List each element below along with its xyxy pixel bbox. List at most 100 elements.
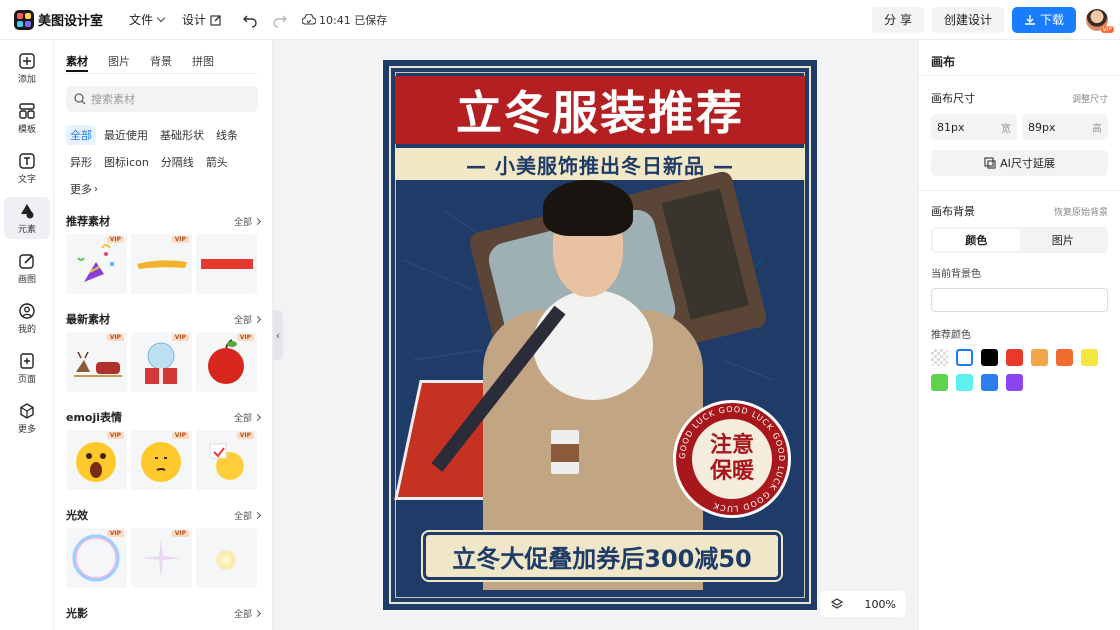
material-thumb-red-bar[interactable] [196, 234, 257, 294]
tab-material[interactable]: 素材 [66, 53, 88, 72]
rail-item-page[interactable]: 页面 [4, 347, 50, 389]
chip-recent[interactable]: 最近使用 [100, 125, 152, 145]
material-thumb-yellow-stroke[interactable]: VIP [131, 234, 192, 294]
material-thumb-bubble[interactable]: VIP [66, 528, 127, 588]
promo-band[interactable]: 立冬大促叠加券后300减50 [421, 530, 783, 582]
color-swatch[interactable] [1056, 349, 1073, 366]
see-all-link[interactable]: 全部 [234, 215, 262, 228]
color-swatch[interactable] [931, 349, 948, 366]
rail-item-more[interactable]: 更多 [4, 397, 50, 439]
save-status-text: 10:41 已保存 [319, 13, 388, 27]
chip-more[interactable]: 更多 › [66, 179, 102, 199]
current-bg-color[interactable] [931, 288, 1108, 312]
rail-item-draw[interactable]: 画图 [4, 247, 50, 289]
party-popper-image [77, 244, 114, 282]
vip-badge: VIP [106, 334, 124, 341]
app-name: 美图设计室 [38, 14, 104, 29]
material-thumb-glow[interactable] [196, 528, 257, 588]
color-swatch[interactable] [1031, 349, 1048, 366]
width-field[interactable]: 81px 宽 [931, 114, 1017, 140]
ai-extend-button[interactable]: AI尺寸延展 [931, 150, 1108, 176]
material-thumb-emoji-chick[interactable]: VIP [196, 430, 257, 490]
color-swatch[interactable] [956, 349, 973, 366]
rail-item-mine[interactable]: 我的 [4, 297, 50, 339]
top-bar: 美图设计室 文件 设计 10:41 已保存 分 享 创建设计 下载 VIP [0, 0, 1120, 40]
see-all-link[interactable]: 全部 [233, 607, 262, 620]
avatar[interactable]: VIP [1086, 8, 1114, 33]
download-button[interactable]: 下载 [1011, 6, 1076, 33]
bg-type-toggle: 颜色 图片 [931, 227, 1108, 253]
chevron-right-icon [253, 217, 262, 225]
section-title: 光效 [66, 509, 88, 522]
chip-irregular[interactable]: 异形 [66, 152, 96, 172]
chevron-left-icon: ‹ [275, 328, 281, 342]
chip-arrows[interactable]: 箭头 [202, 152, 232, 172]
see-all-link[interactable]: 全部 [233, 313, 262, 326]
file-menu[interactable]: 文件 [129, 11, 166, 28]
zoom-control[interactable]: 100% [820, 591, 906, 617]
color-swatch[interactable] [1006, 374, 1023, 391]
material-thumb-party-popper[interactable]: VIP [66, 234, 127, 294]
warm-stamp[interactable]: GOOD LUCK GOOD LUCK GOOD LUCK GOOD LUCK … [673, 400, 791, 518]
template-icon [19, 102, 35, 119]
color-swatch[interactable] [1081, 349, 1098, 366]
stamp-ring-text: GOOD LUCK GOOD LUCK GOOD LUCK GOOD LUCK [678, 405, 785, 513]
tab-image[interactable]: 图片 [108, 53, 130, 74]
color-swatch[interactable] [981, 374, 998, 391]
adjust-size-link[interactable]: 调整尺寸 [1072, 92, 1108, 105]
chip-basic-shapes[interactable]: 基础形状 [156, 125, 208, 145]
share-button[interactable]: 分 享 [872, 6, 924, 33]
color-swatches [919, 341, 1120, 399]
bg-tab-image[interactable]: 图片 [1020, 229, 1107, 251]
material-thumb-sparkle[interactable]: VIP [131, 528, 192, 588]
design-canvas[interactable]: 立冬服装推荐 — 小美服饰推出冬日新品 — GOOD LUCK GOOD LUC… [383, 60, 817, 610]
rail-label: 模板 [17, 124, 36, 135]
chevron-right-icon: › [94, 183, 98, 195]
see-all-link[interactable]: 全部 [234, 509, 262, 522]
tab-collage[interactable]: 拼图 [192, 53, 214, 74]
see-all-label: 全部 [233, 609, 252, 620]
color-swatch[interactable] [981, 349, 998, 366]
restore-bg-link[interactable]: 恢复原始背景 [1054, 205, 1108, 218]
search-input[interactable]: 搜索素材 [66, 86, 258, 112]
poster-subtitle-band[interactable]: — 小美服饰推出冬日新品 — [395, 148, 805, 180]
create-design-button[interactable]: 创建设计 [931, 6, 1004, 33]
chip-dividers[interactable]: 分隔线 [157, 152, 198, 172]
chip-icons[interactable]: 图标icon [100, 152, 153, 172]
see-all-link[interactable]: 全部 [234, 411, 262, 424]
tab-background[interactable]: 背景 [150, 53, 172, 74]
vip-badge: VIP [106, 432, 124, 439]
vip-badge: VIP [236, 334, 254, 341]
color-swatch[interactable] [1006, 349, 1023, 366]
rail-item-template[interactable]: 模板 [4, 97, 50, 139]
layers-icon[interactable] [830, 597, 844, 611]
poster-title-band[interactable]: 立冬服装推荐 [395, 76, 805, 144]
app-logo[interactable]: 美图设计室 [14, 9, 104, 30]
coffee-cup-sleeve [551, 444, 579, 462]
chip-all[interactable]: 全部 [66, 125, 96, 145]
color-swatch[interactable] [956, 374, 973, 391]
see-all-label: 全部 [233, 315, 252, 326]
material-thumb-emoji-scared[interactable]: VIP [66, 430, 127, 490]
redo-icon[interactable] [272, 12, 288, 28]
design-menu[interactable]: 设计 [182, 11, 222, 28]
material-thumb-snow-globe[interactable]: VIP [131, 332, 192, 392]
vip-badge: VIP [171, 334, 189, 341]
material-thumb-emoji-thinking[interactable]: VIP [131, 430, 192, 490]
material-thumb-apple[interactable]: VIP [196, 332, 257, 392]
model-hood [533, 290, 653, 400]
rail-item-add[interactable]: 添加 [4, 47, 50, 89]
rail-item-text[interactable]: 文字 [4, 147, 50, 189]
rail-item-elements[interactable]: 元素 [4, 197, 50, 239]
undo-icon[interactable] [242, 12, 258, 28]
height-field[interactable]: 89px 高 [1022, 114, 1108, 140]
bg-tab-color[interactable]: 颜色 [933, 229, 1020, 251]
collapse-panel-button[interactable]: ‹ [273, 310, 283, 360]
svg-text:GOOD LUCK GOOD LUCK GOOD LUC: GOOD LUCK GOOD LUCK GOOD LUCK GOOD LUCK [678, 405, 786, 513]
rail-label: 元素 [17, 224, 36, 235]
color-swatch[interactable] [931, 374, 948, 391]
chip-lines[interactable]: 线条 [212, 125, 242, 145]
section-emoji: emoji表情 全部 VIP VIP VIP [54, 408, 272, 490]
material-thumb-sleigh[interactable]: VIP [66, 332, 127, 392]
material-panel: 素材 图片 背景 拼图 搜索素材 全部 最近使用 基础形状 线条 异形 图标ic… [54, 40, 273, 630]
